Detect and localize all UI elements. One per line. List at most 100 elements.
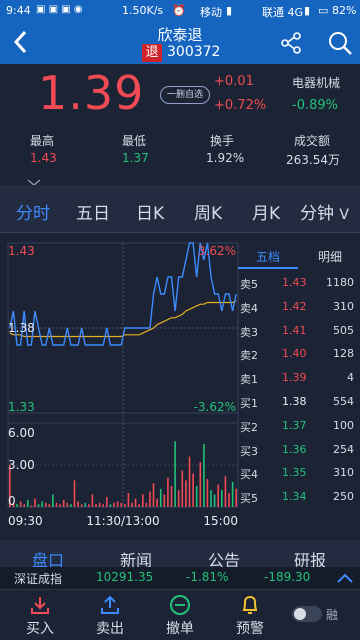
volume-bar [174,441,176,507]
volume-bar [16,504,18,507]
margin-toggle[interactable] [292,606,322,622]
alarm-label: 预警 [236,621,264,637]
orderbook-level-label: 买2 [240,420,258,434]
buy-label: 买入 [26,621,54,637]
volume-bar [156,498,158,507]
orderbook-row[interactable]: 卖5 1.43 1180 [238,271,360,295]
expand-up-button[interactable] [334,567,356,589]
toggle-knob [294,608,306,620]
cancel-order-button[interactable]: 撤单 [150,594,210,638]
stat-amount-value: 263.54万 [286,153,340,167]
orderbook-price: 1.41 [282,323,307,337]
last-price: 1.39 [38,66,145,120]
orderbook-row[interactable]: 卖1 1.39 4 [238,366,360,390]
chevron-down-icon: V [339,207,349,223]
volume-bar [192,473,194,507]
status-bar: 9:44 ▣ ▣ ▣ ◉ 1.50K/s ⏰ 移动 ▮ 联通 4G ▮ ▭ 82… [0,0,360,22]
tab-minute-k[interactable]: 分钟 V [300,199,349,224]
price-axis-bottom-label: 1.33 [8,400,35,414]
volume-bar [102,504,104,507]
volume-bar [188,456,191,507]
orderbook-row[interactable]: 买5 1.34 250 [238,485,360,509]
volume-bar [109,504,112,507]
status-time: 9:44 [6,4,31,17]
volume-bar [19,501,22,507]
sell-label: 卖出 [96,621,124,637]
status-carrier-1: 移动 [200,6,222,19]
tab-monthly-k[interactable]: 月K [252,199,280,224]
status-carrier-2: 联通 4G [262,6,304,19]
signal-icon-2: ▮ [304,4,311,17]
volume-bar [131,502,133,507]
orderbook-volume: 554 [333,395,354,408]
orderbook-level-label: 卖2 [240,349,258,363]
buy-button[interactable]: 买入 [10,594,70,638]
volume-bar [66,502,69,507]
trade-nav: 买入 卖出 撤单 预警 融 [0,589,360,640]
sector-name[interactable]: 电器机械 [292,74,340,91]
volume-bar [52,494,54,507]
volume-bar [116,501,119,507]
volume-bar [152,483,155,507]
orderbook-volume: 128 [333,347,354,361]
remove-watchlist-button[interactable]: 一删自选 [160,86,210,104]
volume-bar [221,490,223,507]
volume-axis-mid-label: 3.00 [8,458,35,472]
stat-turnover-label: 换手 [210,134,235,148]
volume-bar [159,488,162,507]
tab-minute-k-label: 分钟 [300,204,334,224]
tab-five-levels[interactable]: 五档 [238,243,298,269]
orderbook-volume: 505 [333,323,354,337]
orderbook-row[interactable]: 卖2 1.40 128 [238,342,360,366]
orderbook-price: 1.43 [282,276,307,289]
orderbook-row[interactable]: 卖4 1.42 310 [238,295,360,319]
index-ticker[interactable]: 深证成指 10291.35 -1.81% -189.30 [0,567,360,589]
volume-bar [37,504,40,507]
tab-daily-k[interactable]: 日K [136,199,164,224]
orderbook-price: 1.37 [282,418,307,432]
search-icon [329,32,352,55]
share-button[interactable] [278,30,304,56]
share-icon [281,32,301,54]
volume-bar [27,500,29,507]
volume-bar [88,504,90,507]
orderbook-volume: 254 [333,442,354,456]
tab-weekly-k[interactable]: 周K [194,199,222,224]
orderbook-level-label: 卖1 [240,373,258,387]
volume-bar [91,494,94,507]
orderbook-row[interactable]: 买4 1.35 310 [238,461,360,485]
volume-bar [134,498,137,507]
search-button[interactable] [326,29,354,57]
volume-bar [106,497,108,507]
index-name: 深证成指 [14,572,63,586]
price-axis-mid-label: 1.38 [8,321,35,335]
volume-bar [145,502,148,507]
volume-bar [59,504,61,507]
sell-button[interactable]: 卖出 [80,594,140,638]
stat-high-value: 1.43 [30,151,57,165]
orderbook-row[interactable]: 卖3 1.41 505 [238,319,360,343]
tab-intraday[interactable]: 分时 [16,199,50,224]
price-axis-top-label: 1.43 [8,244,35,258]
orderbook-volume: 100 [333,418,354,432]
stat-low-label: 最低 [122,134,147,148]
cancel-order-icon [170,595,190,615]
stat-high-label: 最高 [30,134,55,148]
sell-icon [101,595,119,614]
expand-toggle[interactable] [24,172,44,186]
stock-code: 300372 [167,44,221,60]
volume-bar [95,504,97,507]
orderbook-row[interactable]: 买3 1.36 254 [238,438,360,462]
tab-five-day[interactable]: 五日 [76,199,110,224]
buy-icon [31,597,49,614]
volume-bar [98,502,101,507]
volume-bar [228,493,230,507]
orderbook-price: 1.42 [282,299,307,313]
volume-bar [30,505,33,507]
tab-trade-detail[interactable]: 明细 [300,243,360,269]
volume-bar [185,480,187,507]
time-label-open: 09:30 [8,514,43,528]
orderbook-row[interactable]: 买1 1.38 554 [238,390,360,414]
alarm-button[interactable]: 预警 [220,594,280,638]
orderbook-row[interactable]: 买2 1.37 100 [238,414,360,438]
